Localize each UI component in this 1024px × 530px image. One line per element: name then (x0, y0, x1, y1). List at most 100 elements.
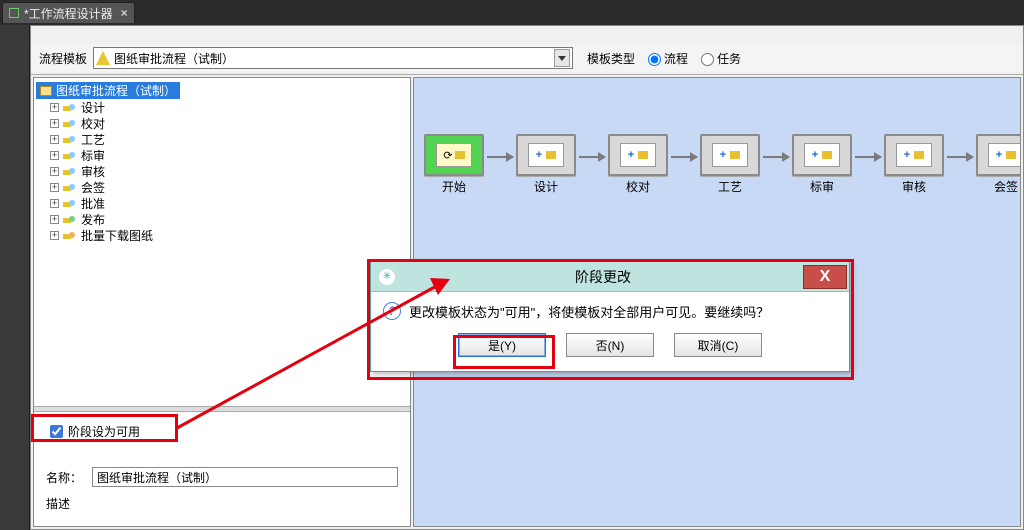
tree-root[interactable]: 图纸审批流程（试制） (36, 82, 180, 99)
tree-item[interactable]: +工艺 (36, 131, 408, 147)
gear-icon (455, 151, 465, 159)
tree-item[interactable]: + 会签 (36, 179, 408, 195)
left-dock (0, 25, 30, 530)
chevron-down-icon[interactable] (554, 49, 570, 67)
flow-node-box[interactable]: + (700, 134, 760, 176)
flow-node-label: 设计 (534, 178, 558, 195)
workflow-tree[interactable]: 图纸审批流程（试制） +设计+校对+工艺+标审+审核+会签+批准+发布+批量下载… (34, 78, 410, 406)
folder-icon (40, 86, 52, 96)
plus-icon: + (904, 149, 910, 161)
radio-task[interactable]: 任务 (696, 50, 741, 67)
app-top-bar: *工作流程设计器 × (0, 0, 1024, 25)
dialog-title: 阶段更改 (403, 267, 803, 287)
tree-item[interactable]: + 批准 (36, 195, 408, 211)
radio-task-input[interactable] (701, 53, 714, 66)
flow-node-label: 标审 (810, 178, 834, 195)
tree-expander-icon[interactable]: + (50, 167, 59, 176)
tree-expander-icon[interactable]: + (50, 183, 59, 192)
tree-expander-icon[interactable]: + (50, 119, 59, 128)
flow-arrow-icon (763, 156, 789, 158)
tree-expander-icon[interactable]: + (50, 231, 59, 240)
node-inner: + (620, 143, 656, 167)
tab-title: *工作流程设计器 (24, 5, 113, 22)
document-tab[interactable]: *工作流程设计器 × (2, 2, 135, 23)
template-combo[interactable]: 图纸审批流程（试制） (93, 47, 573, 69)
tree-item[interactable]: + 设计 (36, 99, 408, 115)
tree-item-label: 审核 (81, 163, 105, 180)
name-row: 名称： 图纸审批流程（试制） (46, 467, 398, 487)
flow-node-label: 工艺 (718, 178, 742, 195)
tree-expander-icon[interactable]: + (50, 135, 59, 144)
flow-node-label: 开始 (442, 178, 466, 195)
flow-node[interactable]: +校对 (608, 134, 668, 195)
no-button[interactable]: 否(N) (566, 333, 654, 357)
flow-node-box[interactable]: ⟳ (424, 134, 484, 176)
gear-icon (638, 151, 648, 159)
name-input[interactable]: 图纸审批流程（试制） (92, 467, 398, 487)
flow-node[interactable]: + 会签 (976, 134, 1021, 195)
name-label: 名称： (46, 469, 92, 486)
tree-item-label: 校对 (81, 115, 105, 132)
tree-item-label: 标审 (81, 147, 105, 164)
radio-flow[interactable]: 流程 (643, 50, 688, 67)
step-icon (63, 182, 77, 192)
gear-icon (1006, 151, 1016, 159)
flow-node-box[interactable]: + (792, 134, 852, 176)
flow-node-label: 会签 (994, 178, 1018, 195)
tree-item[interactable]: + 校对 (36, 115, 408, 131)
tree-item-label: 设计 (81, 99, 105, 116)
tree-item[interactable]: + 标审 (36, 147, 408, 163)
tree-item-label: 会签 (81, 179, 105, 196)
flow-node-box[interactable]: + (608, 134, 668, 176)
step-icon (63, 230, 77, 240)
flow-node-box[interactable]: + (976, 134, 1021, 176)
cancel-button[interactable]: 取消(C) (674, 333, 762, 357)
workflow-icon (9, 8, 19, 18)
tree-expander-icon[interactable]: + (50, 103, 59, 112)
node-inner: + (528, 143, 564, 167)
radio-flow-input[interactable] (648, 53, 661, 66)
gear-icon (730, 151, 740, 159)
tree-item-label: 批准 (81, 195, 105, 212)
tree-expander-icon[interactable]: + (50, 199, 59, 208)
flow-row: ⟳开始+设计+校对+工艺+标审+审核+会签 (424, 134, 1021, 195)
tree-item[interactable]: + 批量下载图纸 (36, 227, 408, 243)
radio-flow-label: 流程 (664, 50, 688, 67)
node-inner: + (712, 143, 748, 167)
dialog-close-button[interactable]: X (803, 265, 847, 289)
question-icon: ? (383, 302, 401, 320)
step-icon (63, 150, 77, 160)
flow-node[interactable]: + 审核 (884, 134, 944, 195)
dialog-buttons: 是(Y) 否(N) 取消(C) (371, 327, 849, 371)
gear-icon (546, 151, 556, 159)
tree-root-label: 图纸审批流程（试制） (56, 82, 176, 99)
flow-arrow-icon (671, 156, 697, 158)
step-icon (63, 214, 77, 224)
flow-arrow-icon (947, 156, 973, 158)
tree-item[interactable]: + 审核 (36, 163, 408, 179)
flow-node-box[interactable]: + (516, 134, 576, 176)
enable-stage-checkbox[interactable] (50, 425, 63, 438)
flow-node-label: 审核 (902, 178, 926, 195)
plus-icon: + (536, 149, 542, 161)
flow-node[interactable]: + 工艺 (700, 134, 760, 195)
name-value: 图纸审批流程（试制） (97, 469, 217, 486)
dialog-titlebar[interactable]: ✳ 阶段更改 X (371, 262, 849, 292)
flow-node-box[interactable]: + (884, 134, 944, 176)
confirm-dialog: ✳ 阶段更改 X ? 更改模板状态为"可用"，将使模板对全部用户可见。要继续吗？… (370, 261, 850, 372)
enable-stage-row: 阶段设为可用 (46, 422, 398, 441)
plus-icon: + (720, 149, 726, 161)
tab-close-icon[interactable]: × (121, 6, 128, 20)
tree-expander-icon[interactable]: + (50, 151, 59, 160)
template-label: 流程模板 (39, 50, 87, 67)
flow-node-start[interactable]: ⟳ 开始 (424, 134, 484, 195)
dialog-body: ? 更改模板状态为"可用"，将使模板对全部用户可见。要继续吗？ (371, 292, 849, 327)
flow-node[interactable]: + 标审 (792, 134, 852, 195)
tree-item[interactable]: +发布 (36, 211, 408, 227)
yes-button[interactable]: 是(Y) (458, 333, 546, 357)
tree-item-label: 批量下载图纸 (81, 227, 153, 244)
flow-node[interactable]: + 设计 (516, 134, 576, 195)
plus-icon: + (996, 149, 1002, 161)
node-inner: + (988, 143, 1021, 167)
tree-expander-icon[interactable]: + (50, 215, 59, 224)
